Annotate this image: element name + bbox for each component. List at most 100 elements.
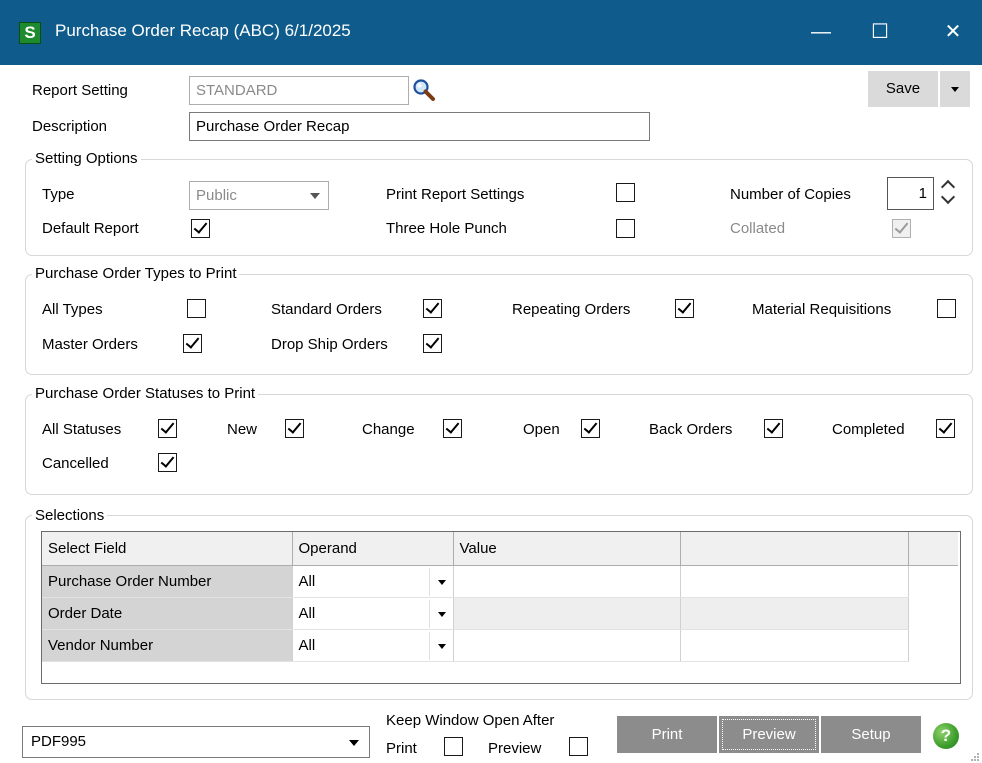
open-status-checkbox[interactable] xyxy=(581,419,600,438)
new-status-checkbox[interactable] xyxy=(285,419,304,438)
window-title: Purchase Order Recap (ABC) 6/1/2025 xyxy=(55,21,351,40)
printer-value: PDF995 xyxy=(31,733,87,750)
completed-status-label: Completed xyxy=(832,421,905,438)
minimize-button[interactable]: — xyxy=(798,14,844,50)
select-field-cell[interactable]: Order Date xyxy=(42,597,293,630)
type-select[interactable]: Public xyxy=(189,181,329,210)
value-cell[interactable] xyxy=(453,629,681,662)
default-report-checkbox[interactable] xyxy=(191,219,210,238)
setting-options-title: Setting Options xyxy=(32,150,141,167)
table-row[interactable]: Order Date All xyxy=(42,597,958,630)
print-button[interactable]: Print xyxy=(617,716,717,753)
help-icon[interactable]: ? xyxy=(933,723,959,749)
column-header-spacer xyxy=(908,532,958,566)
empty-cell xyxy=(680,597,909,630)
setup-button[interactable]: Setup xyxy=(821,716,921,753)
open-status-label: Open xyxy=(523,421,560,438)
value-cell[interactable] xyxy=(453,597,681,630)
all-types-checkbox[interactable] xyxy=(187,299,206,318)
change-status-label: Change xyxy=(362,421,415,438)
value-cell[interactable] xyxy=(453,565,681,598)
keep-open-preview-checkbox[interactable] xyxy=(569,737,588,756)
repeating-orders-label: Repeating Orders xyxy=(512,301,631,318)
chevron-down-icon[interactable] xyxy=(428,567,453,596)
all-statuses-checkbox[interactable] xyxy=(158,419,177,438)
cancelled-status-checkbox[interactable] xyxy=(158,453,177,472)
chevron-down-icon[interactable] xyxy=(428,599,453,628)
print-report-settings-label: Print Report Settings xyxy=(386,186,525,203)
master-orders-label: Master Orders xyxy=(42,336,138,353)
selections-title: Selections xyxy=(32,507,108,524)
chevron-down-icon[interactable] xyxy=(940,189,956,205)
default-report-label: Default Report xyxy=(42,220,139,237)
operand-cell[interactable]: All xyxy=(292,565,454,598)
back-orders-status-checkbox[interactable] xyxy=(764,419,783,438)
description-input[interactable]: Purchase Order Recap xyxy=(189,112,650,141)
cancelled-status-label: Cancelled xyxy=(42,455,109,472)
report-setting-input[interactable]: STANDARD xyxy=(189,76,409,105)
material-requisitions-checkbox[interactable] xyxy=(937,299,956,318)
chevron-down-icon xyxy=(349,740,359,746)
table-row[interactable]: Purchase Order Number All xyxy=(42,565,958,598)
empty-cell xyxy=(680,629,909,662)
select-field-cell[interactable]: Vendor Number xyxy=(42,629,293,662)
grid-header-row: Select Field Operand Value xyxy=(42,532,958,566)
drop-ship-orders-label: Drop Ship Orders xyxy=(271,336,388,353)
column-header: Operand xyxy=(292,532,454,566)
column-header: Value xyxy=(453,532,681,566)
selections-grid: Select Field Operand Value Purchase Orde… xyxy=(41,531,961,684)
operand-value: All xyxy=(298,636,316,654)
select-field-cell[interactable]: Purchase Order Number xyxy=(42,565,293,598)
completed-status-checkbox[interactable] xyxy=(936,419,955,438)
repeating-orders-checkbox[interactable] xyxy=(675,299,694,318)
all-statuses-label: All Statuses xyxy=(42,421,122,438)
report-setting-label: Report Setting xyxy=(32,82,128,99)
three-hole-punch-label: Three Hole Punch xyxy=(386,220,507,237)
empty-cell xyxy=(908,597,958,629)
setting-options-group xyxy=(25,159,973,256)
back-orders-status-label: Back Orders xyxy=(649,421,733,438)
description-label: Description xyxy=(32,118,108,135)
standard-orders-checkbox[interactable] xyxy=(423,299,442,318)
app-icon: S xyxy=(19,22,41,44)
preview-button[interactable]: Preview xyxy=(719,716,819,753)
number-of-copies-label: Number of Copies xyxy=(730,186,851,203)
keep-open-preview-label: Preview xyxy=(488,740,542,757)
chevron-down-icon xyxy=(310,193,320,199)
table-row[interactable]: Vendor Number All xyxy=(42,629,958,662)
save-menu-button[interactable] xyxy=(940,71,970,107)
type-value: Public xyxy=(196,187,237,204)
empty-cell xyxy=(680,565,909,598)
number-of-copies-input[interactable]: 1 xyxy=(887,177,934,210)
save-button[interactable]: Save xyxy=(868,71,938,107)
operand-value: All xyxy=(298,604,316,622)
close-button[interactable]: ✕ xyxy=(930,14,976,50)
drop-ship-orders-checkbox[interactable] xyxy=(423,334,442,353)
master-orders-checkbox[interactable] xyxy=(183,334,202,353)
keep-window-open-label: Keep Window Open After xyxy=(386,712,555,729)
new-status-label: New xyxy=(227,421,258,438)
empty-cell xyxy=(908,565,958,597)
search-icon[interactable] xyxy=(412,78,436,102)
operand-cell[interactable]: All xyxy=(292,597,454,630)
standard-orders-label: Standard Orders xyxy=(271,301,382,318)
print-report-settings-checkbox[interactable] xyxy=(616,183,635,202)
resize-grip-icon[interactable] xyxy=(968,750,980,762)
operand-value: All xyxy=(298,572,316,590)
chevron-down-icon[interactable] xyxy=(428,631,453,660)
three-hole-punch-checkbox[interactable] xyxy=(616,219,635,238)
maximize-button[interactable]: ☐ xyxy=(857,14,903,50)
order-types-group xyxy=(25,274,973,375)
empty-cell xyxy=(908,629,958,661)
change-status-checkbox[interactable] xyxy=(443,419,462,438)
column-header xyxy=(680,532,909,566)
keep-open-print-checkbox[interactable] xyxy=(444,737,463,756)
printer-select[interactable]: PDF995 xyxy=(22,726,370,758)
collated-checkbox xyxy=(892,219,911,238)
all-types-label: All Types xyxy=(42,301,103,318)
copies-spinner[interactable] xyxy=(940,177,958,210)
operand-cell[interactable]: All xyxy=(292,629,454,662)
order-types-title: Purchase Order Types to Print xyxy=(32,265,240,282)
material-requisitions-label: Material Requisitions xyxy=(752,301,892,318)
title-bar: S Purchase Order Recap (ABC) 6/1/2025 — … xyxy=(0,0,982,65)
